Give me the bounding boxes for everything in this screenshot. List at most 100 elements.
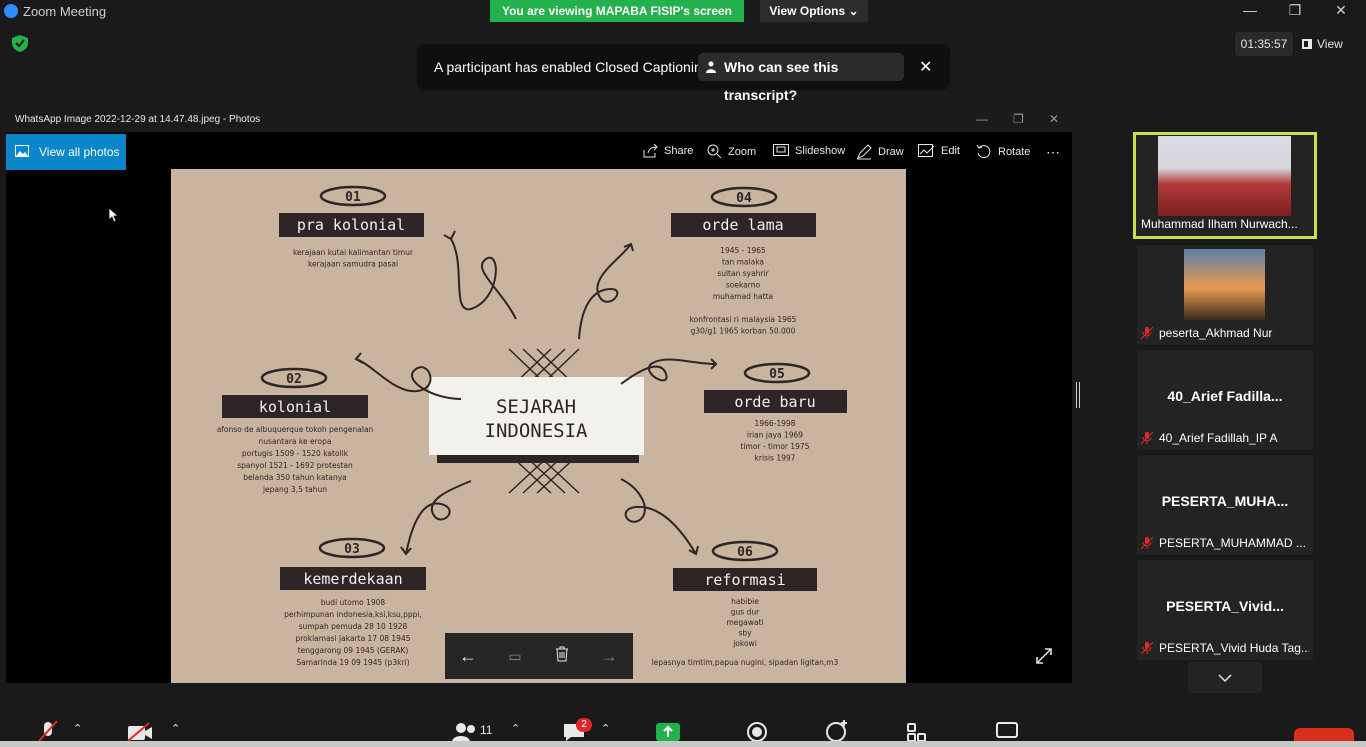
section-detail-line: lepasnya timtim,papua nugini, sipadan li…: [652, 658, 839, 667]
rotate-button[interactable]: Rotate: [976, 144, 1030, 160]
section-detail-line: afonso de albuquerque tokoh pengenalan: [217, 425, 374, 434]
section-detail-line: kerajaan kutai kalimantan timur: [293, 248, 414, 257]
close-icon[interactable]: ✕: [1331, 2, 1351, 19]
more-options-icon[interactable]: ⋯: [1046, 144, 1060, 161]
slideshow-button[interactable]: Slideshow: [773, 144, 845, 157]
participant-tile[interactable]: PESERTA_MUHA... PESERTA_MUHAMMAD ...: [1137, 455, 1313, 555]
photos-close-icon[interactable]: ✕: [1049, 112, 1059, 126]
section-detail-line: nusantara ke eropa: [259, 437, 332, 446]
section-detail-line: krisis 1997: [755, 454, 796, 463]
photos-window-title: WhatsApp Image 2022-12-29 at 14.47.48.jp…: [15, 114, 261, 125]
view-options-button[interactable]: View Options ⌄: [760, 0, 868, 22]
section-title: orde baru: [734, 393, 815, 411]
mute-mic-icon[interactable]: [37, 720, 59, 742]
participant-tile[interactable]: Muhammad Ilham Nurwach...: [1133, 132, 1317, 239]
section-detail-line: perhimpunan indonesia,ksi,ksu,pppi,: [284, 610, 422, 619]
section-detail-line: sultan syahrir: [717, 269, 769, 278]
pen-icon: [857, 144, 872, 160]
rotate-icon: [976, 144, 991, 159]
edit-label: Edit: [941, 145, 960, 157]
person-icon: [706, 61, 716, 73]
participant-name: 40_Arief Fadillah_IP A: [1159, 431, 1278, 445]
slide-image: SEJARAH INDONESIA 01 pra kolonial 02 kol…: [171, 169, 906, 683]
closed-caption-banner: A participant has enabled Closed Caption…: [417, 44, 950, 103]
photos-minimize-icon[interactable]: —: [976, 112, 988, 126]
window-title: Zoom Meeting: [23, 4, 107, 19]
share-button[interactable]: Share: [642, 144, 693, 158]
participant-tile[interactable]: peserta_Akhmad Nur: [1137, 245, 1313, 345]
next-arrow-icon[interactable]: →: [598, 645, 620, 667]
transcript-visibility-button[interactable]: Who can see this transcript?: [698, 53, 904, 103]
section-detail-line: tan malaka: [722, 258, 764, 267]
record-icon[interactable]: [746, 722, 768, 742]
photos-toolbar: [6, 132, 1072, 170]
muted-mic-icon: [1141, 537, 1153, 549]
view-label: View: [1317, 37, 1343, 51]
participant-name: peserta_Akhmad Nur: [1159, 326, 1273, 340]
transcript-visibility-label: Who can see this transcript?: [724, 59, 839, 103]
section-title: kemerdekaan: [303, 570, 402, 588]
reactions-icon[interactable]: [826, 718, 850, 742]
audio-options-chevron-icon[interactable]: ⌃: [73, 722, 82, 735]
zoom-window: Zoom Meeting You are viewing MAPABA FISI…: [0, 0, 1366, 747]
section-detail-line: megawati: [726, 618, 763, 627]
zoom-icon: [707, 144, 722, 159]
participants-chevron-icon[interactable]: ⌃: [511, 722, 520, 735]
participant-tile[interactable]: PESERTA_Vivid... PESERTA_Vivid Huda Tag.…: [1137, 560, 1313, 660]
shield-icon[interactable]: [12, 35, 28, 52]
previous-arrow-icon[interactable]: ←: [457, 645, 479, 667]
whiteboard-icon[interactable]: [996, 722, 1018, 742]
rotate-label: Rotate: [998, 146, 1031, 158]
section-detail-line: tenggarong 09 1945 (GERAK): [298, 646, 409, 655]
section-detail-line: portugis 1509 - 1520 katolik: [242, 449, 349, 458]
close-banner-icon[interactable]: ✕: [919, 57, 932, 77]
section-detail-line: kerajaan samudra pasai: [308, 260, 398, 269]
participant-name: PESERTA_Vivid Huda Tag...: [1159, 641, 1309, 655]
video-options-chevron-icon[interactable]: ⌃: [171, 722, 180, 735]
draw-button[interactable]: Draw: [856, 144, 904, 160]
section-detail-line: gus dur: [731, 608, 760, 617]
delete-icon[interactable]: [551, 645, 573, 667]
photos-restore-icon[interactable]: ❐: [1013, 112, 1024, 126]
photos-left-area: [6, 170, 171, 683]
stop-video-icon[interactable]: [127, 722, 153, 742]
chat-chevron-icon[interactable]: ⌃: [601, 722, 610, 735]
zoom-button[interactable]: Zoom: [707, 144, 756, 159]
participant-tile[interactable]: 40_Arief Fadilla... 40_Arief Fadillah_IP…: [1137, 350, 1313, 450]
section-orde-baru: 05 orde baru: [704, 362, 847, 413]
section-detail-line: budi utomo 1908: [321, 598, 386, 607]
section-number: 01: [345, 190, 361, 205]
zoom-logo-icon: [4, 4, 18, 18]
participant-display-name: PESERTA_MUHA...: [1161, 493, 1289, 509]
section-detail-line: Samarinda 19 09 1945 (p3kri): [296, 658, 409, 667]
section-kemerdekaan: 03 kemerdekaan: [280, 537, 426, 590]
fullscreen-icon[interactable]: [1036, 648, 1052, 664]
apps-icon[interactable]: [906, 722, 928, 742]
section-orde-lama: 04 orde lama: [671, 186, 816, 237]
participant-name: PESERTA_MUHAMMAD ...: [1159, 536, 1306, 550]
view-button[interactable]: View: [1302, 32, 1358, 56]
resize-handle[interactable]: [1076, 382, 1080, 408]
muted-mic-icon: [1141, 642, 1153, 654]
screen-share-banner: You are viewing MAPABA FISIP's screen: [490, 0, 744, 22]
share-screen-icon[interactable]: [655, 722, 681, 742]
view-all-photos-button[interactable]: View all photos: [6, 134, 126, 170]
edit-button[interactable]: Edit: [918, 144, 960, 158]
photo-icon: [15, 145, 29, 157]
slide-title-line1: SEJARAH: [496, 396, 576, 418]
section-title: orde lama: [702, 216, 783, 234]
share-icon: [643, 144, 658, 158]
section-detail-line: 1966-1998: [755, 419, 796, 428]
participants-icon[interactable]: [452, 722, 478, 742]
muted-mic-icon: [1141, 432, 1153, 444]
section-detail-line: g30/g1 1965 korban 50.000: [691, 327, 796, 336]
caption-message: A participant has enabled Closed Caption…: [434, 59, 710, 75]
mouse-cursor-icon: [109, 208, 119, 223]
scroll-participants-down-button[interactable]: [1188, 662, 1262, 693]
section-detail-line: irian jaya 1969: [747, 431, 803, 440]
restore-icon[interactable]: ❐: [1285, 2, 1305, 19]
zoom-label: Zoom: [728, 145, 757, 158]
chat-unread-badge: 2: [576, 718, 592, 732]
minimize-icon[interactable]: —: [1240, 2, 1260, 18]
crop-icon[interactable]: ▭: [504, 645, 526, 667]
